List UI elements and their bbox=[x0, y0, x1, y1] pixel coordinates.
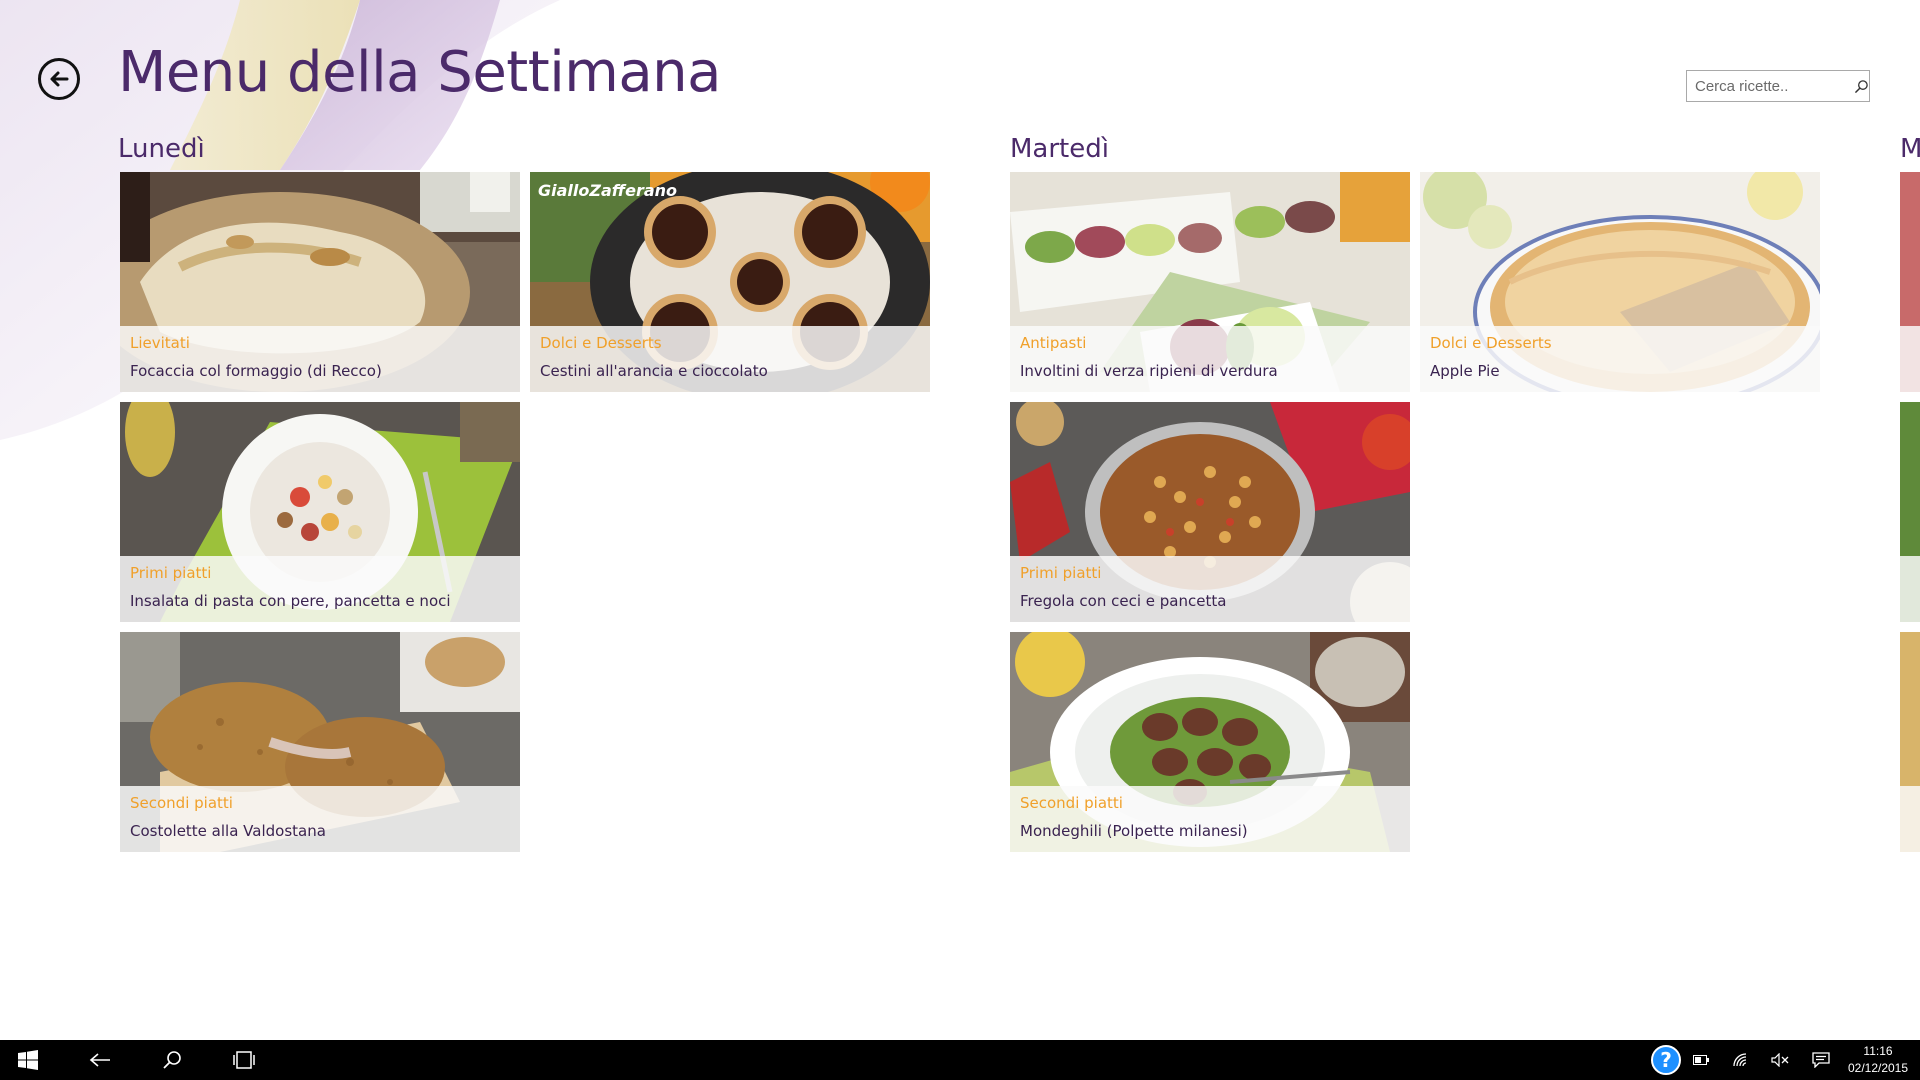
volume-muted-icon bbox=[1771, 1053, 1789, 1067]
recipe-name: Mondeghili (Polpette milanesi) bbox=[1020, 822, 1248, 840]
task-view-icon bbox=[233, 1051, 255, 1069]
recipe-tile[interactable]: Antipasti Involtini di verza ripieni di … bbox=[1010, 172, 1410, 392]
recipe-caption: Antipasti Involtini di verza ripieni di … bbox=[1010, 326, 1410, 392]
system-clock[interactable]: 11:16 02/12/2015 bbox=[1842, 1043, 1914, 1077]
page-title: Menu della Settimana bbox=[118, 40, 721, 105]
search-icon bbox=[163, 1051, 181, 1069]
clock-time: 11:16 bbox=[1863, 1044, 1893, 1058]
day-title-lunedi[interactable]: Lunedì bbox=[118, 134, 205, 164]
recipe-category: Lievitati bbox=[130, 334, 190, 352]
app-window: Menu della Settimana Lunedì Lievitati bbox=[0, 0, 1920, 1040]
recipe-caption: Lievitati Focaccia col formaggio (di Rec… bbox=[120, 326, 520, 392]
next-day-column-partial[interactable] bbox=[1900, 0, 1920, 1040]
recipe-caption: Secondi piatti Mondeghili (Polpette mila… bbox=[1010, 786, 1410, 852]
taskbar-search-button[interactable] bbox=[148, 1040, 196, 1080]
recipe-tile[interactable]: Lievitati Focaccia col formaggio (di Rec… bbox=[120, 172, 520, 392]
recipe-name: Apple Pie bbox=[1430, 362, 1500, 380]
back-arrow-icon bbox=[89, 1053, 110, 1067]
recipe-tile[interactable]: Dolci e Desserts Apple Pie bbox=[1420, 172, 1820, 392]
watermark-text: GialloZafferano bbox=[538, 181, 677, 200]
recipe-name: Cestini all'arancia e cioccolato bbox=[540, 362, 768, 380]
day-title-martedi[interactable]: Martedì bbox=[1010, 134, 1109, 164]
recipe-category: Antipasti bbox=[1020, 334, 1087, 352]
task-view-button[interactable] bbox=[220, 1040, 268, 1080]
recipe-tile[interactable]: Primi piatti Insalata di pasta con pere,… bbox=[120, 402, 520, 622]
recipe-caption: Secondi piatti Costolette alla Valdostan… bbox=[120, 786, 520, 852]
recipe-category: Dolci e Desserts bbox=[540, 334, 662, 352]
volume-indicator[interactable] bbox=[1768, 1040, 1792, 1080]
recipe-category: Secondi piatti bbox=[130, 794, 233, 812]
network-indicator[interactable] bbox=[1730, 1040, 1754, 1080]
svg-text:?: ? bbox=[1660, 1048, 1672, 1072]
recipe-name: Costolette alla Valdostana bbox=[130, 822, 326, 840]
search-icon[interactable] bbox=[1853, 74, 1869, 98]
taskbar: ? 11:16 02/12/2015 bbox=[0, 1040, 1920, 1080]
taskbar-back-button[interactable] bbox=[76, 1040, 124, 1080]
recipe-category: Secondi piatti bbox=[1020, 794, 1123, 812]
recipe-tile[interactable]: Secondi piatti Mondeghili (Polpette mila… bbox=[1010, 632, 1410, 852]
battery-indicator[interactable] bbox=[1690, 1040, 1712, 1080]
help-icon: ? bbox=[1651, 1045, 1681, 1075]
help-button[interactable]: ? bbox=[1648, 1040, 1684, 1080]
recipe-name: Focaccia col formaggio (di Recco) bbox=[130, 362, 382, 380]
recipe-tile[interactable]: GialloZafferano Dolci e Desserts Cestini… bbox=[530, 172, 930, 392]
back-button[interactable] bbox=[38, 58, 80, 100]
recipe-category: Primi piatti bbox=[1020, 564, 1102, 582]
clock-date: 02/12/2015 bbox=[1847, 1061, 1909, 1075]
recipe-name: Insalata di pasta con pere, pancetta e n… bbox=[130, 592, 451, 610]
recipe-caption: Dolci e Desserts Apple Pie bbox=[1420, 326, 1820, 392]
recipe-caption-partial bbox=[1900, 326, 1920, 392]
recipe-category: Primi piatti bbox=[130, 564, 212, 582]
search-input[interactable] bbox=[1687, 77, 1853, 95]
recipe-caption: Primi piatti Insalata di pasta con pere,… bbox=[120, 556, 520, 622]
action-center-button[interactable] bbox=[1808, 1040, 1834, 1080]
windows-start-icon bbox=[18, 1050, 38, 1070]
recipe-tile[interactable]: Primi piatti Fregola con ceci e pancetta bbox=[1010, 402, 1410, 622]
recipe-caption: Primi piatti Fregola con ceci e pancetta bbox=[1010, 556, 1410, 622]
recipe-name: Fregola con ceci e pancetta bbox=[1020, 592, 1227, 610]
recipe-caption-partial bbox=[1900, 786, 1920, 852]
recipe-caption-partial bbox=[1900, 556, 1920, 622]
recipe-tile[interactable]: Secondi piatti Costolette alla Valdostan… bbox=[120, 632, 520, 852]
battery-icon bbox=[1693, 1055, 1709, 1065]
action-center-icon bbox=[1812, 1052, 1830, 1068]
start-button[interactable] bbox=[0, 1040, 56, 1080]
recipe-caption: Dolci e Desserts Cestini all'arancia e c… bbox=[530, 326, 930, 392]
back-arrow-icon bbox=[50, 71, 69, 87]
search-box[interactable] bbox=[1686, 70, 1870, 102]
recipe-name: Involtini di verza ripieni di verdura bbox=[1020, 362, 1278, 380]
recipe-category: Dolci e Desserts bbox=[1430, 334, 1552, 352]
wifi-icon bbox=[1733, 1053, 1747, 1067]
